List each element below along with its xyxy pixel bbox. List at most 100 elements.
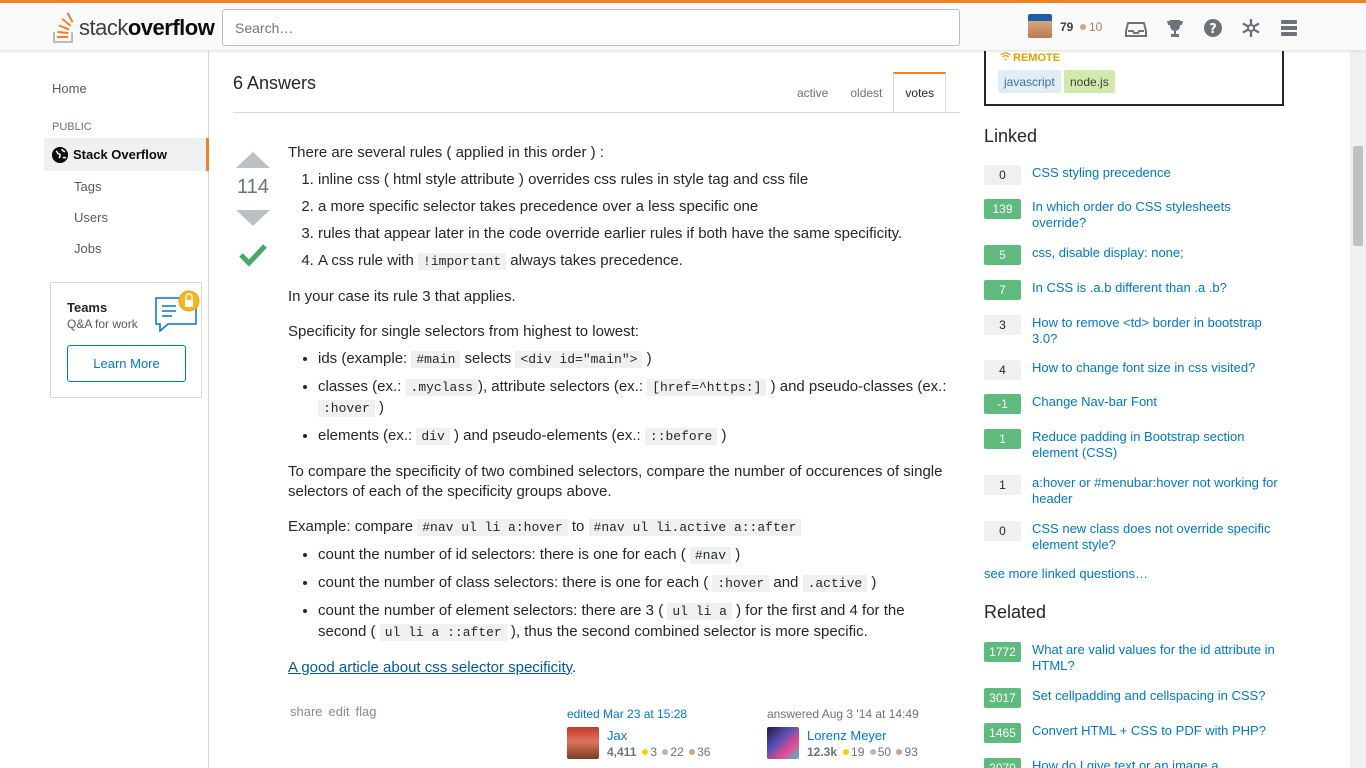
count-list: count the number of id selectors: there …: [318, 545, 956, 643]
question-link[interactable]: Set cellpadding and cellspacing in CSS?: [1032, 688, 1280, 704]
edited-timestamp[interactable]: edited Mar 23 at 15:28: [567, 707, 687, 721]
question-score: 2070: [984, 758, 1021, 768]
answer-body: There are several rules ( applied in thi…: [288, 143, 956, 693]
specificity-list: ids (example: #main selects <div id="mai…: [318, 349, 956, 447]
question-link[interactable]: How do I give text or an image a: [1032, 758, 1280, 768]
teams-illustration-icon: [154, 290, 200, 334]
remote-label: REMOTE: [1000, 52, 1060, 64]
question-score: 1: [984, 475, 1021, 495]
top-bar: stackoverflow 79 10 ?: [0, 0, 1366, 51]
inbox-icon[interactable]: [1125, 17, 1147, 39]
logo-text-bold: overflow: [127, 15, 215, 40]
question-score: 0: [984, 521, 1021, 541]
nav-jobs[interactable]: Jobs: [74, 241, 101, 256]
share-link[interactable]: share: [290, 704, 323, 719]
author-name[interactable]: Lorenz Meyer: [807, 728, 886, 743]
list-item: inline css ( html style attribute ) over…: [318, 170, 956, 190]
logo-text-prefix: stack: [79, 15, 128, 40]
wifi-icon: [1000, 52, 1011, 61]
question-link[interactable]: How to change font size in css visited?: [1032, 360, 1280, 376]
question-score: 7: [984, 280, 1021, 300]
stack-icon: [52, 12, 76, 44]
paragraph: To compare the specificity of two combin…: [288, 463, 943, 500]
edit-link[interactable]: edit: [329, 704, 350, 719]
list-item: a more specific selector takes precedenc…: [318, 197, 956, 217]
site-switcher-icon[interactable]: [1279, 17, 1301, 39]
question-score: 0: [984, 165, 1021, 185]
see-more-linked-link[interactable]: see more linked questions…: [984, 566, 1148, 581]
flag-link[interactable]: flag: [356, 704, 377, 719]
divider: [233, 112, 960, 113]
nav-home[interactable]: Home: [52, 81, 87, 96]
editor-avatar[interactable]: [567, 727, 599, 759]
question-link[interactable]: css, disable display: none;: [1032, 245, 1280, 261]
list-item: A css rule with !important always takes …: [318, 251, 956, 272]
question-score: 5: [984, 245, 1021, 265]
list-item: count the number of element selectors: t…: [318, 601, 956, 643]
stackoverflow-logo[interactable]: stackoverflow: [52, 11, 215, 45]
nav-tags[interactable]: Tags: [74, 179, 101, 194]
question-link[interactable]: CSS styling precedence: [1032, 165, 1280, 181]
tag-nodejs[interactable]: node.js: [1064, 70, 1115, 93]
question-score: 3017: [984, 688, 1021, 708]
question-link[interactable]: What are valid values for the id attribu…: [1032, 642, 1280, 674]
teams-title: Teams: [67, 300, 108, 315]
learn-more-button[interactable]: Learn More: [67, 345, 186, 382]
nav-stack-overflow-label: Stack Overflow: [73, 147, 167, 162]
teams-subtitle: Q&A for work: [67, 317, 138, 331]
answer-intro: There are several rules ( applied in thi…: [288, 144, 604, 161]
question-score: 1772: [984, 642, 1021, 662]
question-link[interactable]: Change Nav-bar Font: [1032, 394, 1280, 410]
answered-timestamp: answered Aug 3 '14 at 14:49: [767, 707, 919, 721]
tag-javascript[interactable]: javascript: [998, 70, 1061, 93]
globe-icon: [52, 146, 68, 163]
nav-stack-overflow[interactable]: Stack Overflow: [44, 138, 209, 171]
tab-active[interactable]: active: [786, 72, 839, 113]
question-link[interactable]: a:hover or #menubar:hover not working fo…: [1032, 475, 1280, 507]
question-score: 1: [984, 429, 1021, 449]
page-scrollbar[interactable]: [1350, 51, 1366, 768]
upvote-arrow-icon[interactable]: [236, 152, 270, 168]
nav-users[interactable]: Users: [74, 210, 108, 225]
trophy-icon[interactable]: [1164, 17, 1186, 39]
review-queue-icon[interactable]: [1240, 17, 1262, 39]
author-avatar[interactable]: [767, 727, 799, 759]
question-score: -1: [984, 394, 1021, 414]
question-score: 139: [984, 199, 1021, 219]
user-avatar[interactable]: [1028, 14, 1052, 38]
tab-oldest[interactable]: oldest: [839, 72, 893, 113]
editor-signature: edited Mar 23 at 15:28 Jax 4,411 3 22 36: [567, 707, 757, 759]
question-link[interactable]: In which order do CSS stylesheets overri…: [1032, 199, 1280, 231]
svg-text:?: ?: [1209, 22, 1217, 37]
help-icon[interactable]: ?: [1202, 17, 1224, 39]
question-score: 1465: [984, 723, 1021, 743]
question-link[interactable]: Convert HTML + CSS to PDF with PHP?: [1032, 723, 1280, 739]
list-item: classes (ex.: .myclass), attribute selec…: [318, 377, 956, 419]
tab-votes[interactable]: votes: [893, 72, 947, 113]
downvote-arrow-icon[interactable]: [236, 210, 270, 226]
answer-sort-tabs: active oldest votes: [786, 72, 947, 113]
bronze-badge-count: 10: [1080, 20, 1102, 34]
list-item: count the number of id selectors: there …: [318, 545, 956, 566]
vote-count: 114: [237, 176, 269, 198]
answers-count-heading: 6 Answers: [233, 73, 317, 93]
editor-reputation: 4,411 3 22 36: [607, 745, 711, 759]
list-item: count the number of class selectors: the…: [318, 573, 956, 594]
accepted-checkmark-icon: [236, 240, 270, 270]
author-signature: answered Aug 3 '14 at 14:49 Lorenz Meyer…: [767, 707, 957, 759]
scrollbar-thumb[interactable]: [1353, 146, 1363, 246]
article-link[interactable]: A good article about css selector specif…: [288, 659, 572, 676]
paragraph: A good article about css selector specif…: [288, 659, 577, 676]
paragraph: In your case its rule 3 that applies.: [288, 288, 516, 305]
left-sidebar: Home PUBLIC Stack Overflow Tags Users Jo…: [0, 51, 209, 768]
editor-name[interactable]: Jax: [607, 728, 627, 743]
question-link[interactable]: CSS new class does not override specific…: [1032, 521, 1280, 553]
question-link[interactable]: In CSS is .a.b different than .a .b?: [1032, 280, 1280, 296]
question-score: 3: [984, 315, 1021, 335]
question-link[interactable]: Reduce padding in Bootstrap section elem…: [1032, 429, 1280, 461]
related-heading: Related: [984, 602, 1047, 622]
search-input[interactable]: [222, 9, 960, 46]
question-link[interactable]: How to remove <td> border in bootstrap 3…: [1032, 315, 1280, 347]
list-item: ids (example: #main selects <div id="mai…: [318, 349, 956, 370]
user-reputation: 79: [1060, 20, 1074, 34]
